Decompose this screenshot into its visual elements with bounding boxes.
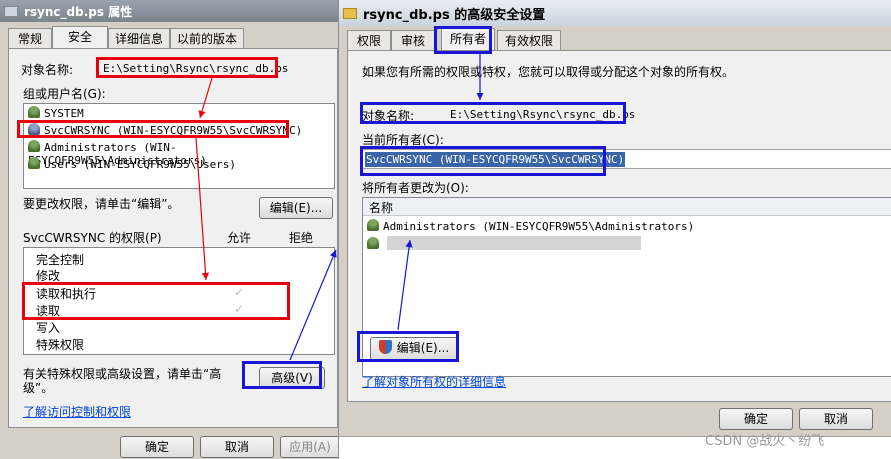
current-owner-value: SvcCWRSYNC (WIN-ESYCQFR9W55\SvcCWRSYNC): [365, 152, 626, 167]
user-icon: [367, 237, 379, 249]
adv-cancel-button[interactable]: 取消: [799, 408, 873, 430]
list-item-users[interactable]: Users (WIN-ESYCQFR9W55\Users): [28, 157, 236, 171]
file-icon: [4, 5, 18, 17]
cancel-button[interactable]: 取消: [200, 436, 274, 458]
deny-header: 拒绝: [289, 231, 314, 245]
owner-intro: 如果您有所需的权限或特权，您就可以取得或分配这个对象的所有权。: [362, 65, 735, 79]
ok-button[interactable]: 确定: [120, 436, 194, 458]
properties-window: rsync_db.ps 属性 常规 安全 详细信息 以前的版本 对象名称: E:…: [0, 0, 345, 459]
change-owner-label: 将所有者更改为(O):: [362, 181, 469, 195]
redacted-bar: [386, 236, 641, 250]
advanced-tabstrip: 权限 审核 所有者 有效权限: [347, 28, 747, 52]
group-icon: [367, 219, 379, 231]
change-permissions-hint: 要更改权限，请单击“编辑”。: [23, 197, 180, 211]
advanced-button[interactable]: 高级(V): [259, 367, 325, 389]
users-listbox[interactable]: SYSTEM SvcCWRSYNC (WIN-ESYCQFR9W55\SvcCW…: [23, 103, 335, 189]
user-icon: [28, 123, 40, 135]
advanced-title: rsync_db.ps 的高级安全设置: [363, 7, 546, 23]
perm-modify: 修改: [36, 269, 61, 283]
list-item-svccwrsync[interactable]: SvcCWRSYNC (WIN-ESYCQFR9W55\SvcCWRSYNC): [28, 123, 302, 137]
group-label: 组或用户名(G):: [23, 87, 106, 101]
check-icon: ✓: [234, 285, 245, 299]
permissions-header: SvcCWRSYNC 的权限(P): [23, 231, 162, 245]
tab-effective-permissions[interactable]: 有效权限: [497, 30, 561, 50]
apply-button[interactable]: 应用(A): [280, 436, 340, 458]
tab-owner[interactable]: 所有者: [441, 28, 495, 50]
object-name-label: 对象名称:: [21, 63, 74, 77]
advanced-security-window: rsync_db.ps 的高级安全设置 权限 审核 所有者 有效权限 如果您有所…: [338, 0, 891, 459]
advanced-titlebar[interactable]: rsync_db.ps 的高级安全设置: [339, 0, 891, 26]
edit-owner-button[interactable]: 编辑(E)...: [370, 337, 458, 361]
perm-full-control: 完全控制: [36, 253, 85, 267]
tab-previous-versions[interactable]: 以前的版本: [170, 28, 244, 48]
tab-details[interactable]: 详细信息: [108, 28, 170, 48]
current-owner-label: 当前所有者(C):: [362, 133, 444, 147]
object-name-value: E:\Setting\Rsync\rsync_db.ps: [103, 62, 289, 75]
owner-item-administrators[interactable]: Administrators (WIN-ESYCQFR9W55\Administ…: [367, 219, 694, 233]
owner-item-redacted[interactable]: [367, 236, 641, 251]
adv-object-name-label: 对象名称:: [362, 109, 415, 123]
name-column-header[interactable]: 名称: [363, 198, 891, 216]
group-icon: [28, 157, 40, 169]
adv-object-name-value: E:\Setting\Rsync\rsync_db.ps: [450, 108, 636, 121]
list-item-system[interactable]: SYSTEM: [28, 106, 84, 120]
security-panel: 对象名称: E:\Setting\Rsync\rsync_db.ps 组或用户名…: [8, 48, 338, 428]
ownership-details-link[interactable]: 了解对象所有权的详细信息: [362, 373, 506, 390]
properties-tabstrip: 常规 安全 详细信息 以前的版本: [8, 26, 338, 50]
tab-auditing[interactable]: 审核: [391, 30, 435, 50]
owner-panel: 如果您有所需的权限或特权，您就可以取得或分配这个对象的所有权。 对象名称: E:…: [347, 50, 891, 402]
uac-shield-icon: [378, 340, 392, 354]
edit-permissions-button[interactable]: 编辑(E)...: [259, 197, 333, 219]
current-owner-field: SvcCWRSYNC (WIN-ESYCQFR9W55\SvcCWRSYNC): [362, 149, 891, 169]
watermark: CSDN @战火丶纷飞: [705, 434, 825, 449]
perm-special: 特殊权限: [36, 338, 85, 352]
special-hint-line2: 级”。: [23, 381, 54, 395]
properties-title: rsync_db.ps 属性: [24, 4, 133, 19]
name-header-label: 名称: [369, 201, 394, 215]
adv-ok-button[interactable]: 确定: [719, 408, 793, 430]
check-icon: ✓: [234, 302, 245, 316]
group-icon: [28, 140, 40, 152]
learn-access-control-link[interactable]: 了解访问控制和权限: [23, 403, 131, 420]
tab-general[interactable]: 常规: [8, 28, 52, 48]
permissions-listbox[interactable]: 完全控制 修改 读取和执行 ✓ 读取 ✓ 写入 特殊权限: [23, 247, 335, 355]
folder-icon: [343, 7, 357, 19]
perm-write: 写入: [36, 321, 61, 335]
allow-header: 允许: [227, 231, 252, 245]
group-icon: [28, 106, 40, 118]
perm-read-execute: 读取和执行: [36, 287, 97, 301]
properties-titlebar[interactable]: rsync_db.ps 属性: [0, 0, 345, 22]
tab-security[interactable]: 安全: [52, 26, 108, 48]
tab-permissions[interactable]: 权限: [347, 30, 391, 50]
perm-read: 读取: [36, 304, 61, 318]
